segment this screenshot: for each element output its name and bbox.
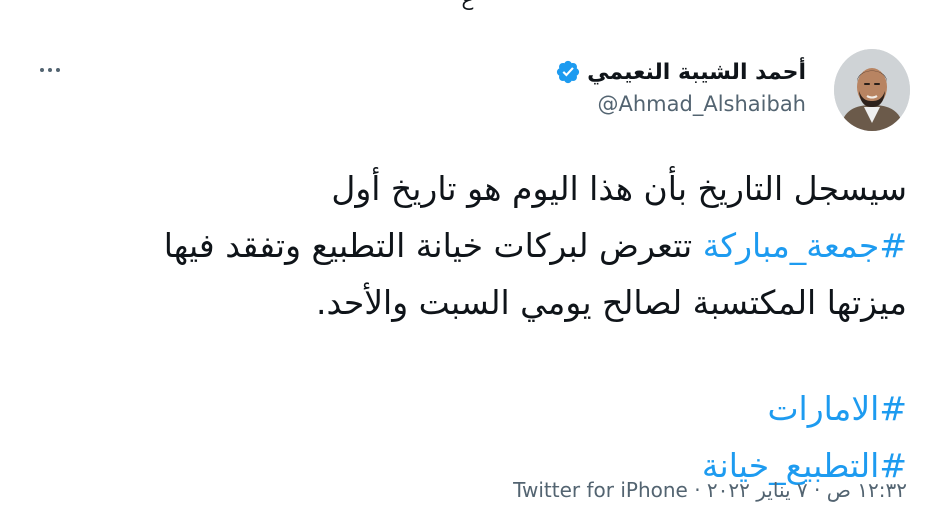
tweet-text-line: #جمعة_مباركة تتعرض لبركات خيانة التطبيع … [27, 217, 907, 274]
hashtag-link[interactable]: #جمعة_مباركة [703, 226, 907, 265]
author-handle[interactable]: @Ahmad_Alshaibah [555, 92, 807, 116]
hashtag-link[interactable]: #الامارات [767, 389, 907, 428]
author-display-name[interactable]: أحمد الشيبة النعيمي [587, 60, 806, 85]
tweet-text: سيسجل التاريخ بأن هذا اليوم هو تاريخ أول… [27, 160, 907, 494]
tweet-text-line: ميزتها المكتسبة لصالح يومي السبت والأحد. [316, 283, 907, 322]
tweet-source[interactable]: Twitter for iPhone [513, 478, 688, 502]
more-options-button[interactable] [30, 58, 70, 82]
avatar[interactable] [834, 49, 910, 131]
author-name-row: أحمد الشيبة النعيمي [555, 58, 806, 86]
tweet-card: أحمد الشيبة النعيمي @Ahmad_Alshaibah سيس… [0, 0, 935, 516]
tweet-text-fragment: تتعرض لبركات خيانة التطبيع وتفقد فيها [163, 226, 703, 265]
tweet-time[interactable]: ١٢:٣٢ ص [827, 478, 907, 502]
tweet-date[interactable]: ٧ يناير ٢٠٢٢ [707, 478, 808, 502]
tweet-text-line: #الامارات [27, 380, 907, 437]
more-dot [48, 68, 52, 72]
more-dot [56, 68, 60, 72]
avatar-image [834, 49, 910, 131]
tweet-text-line: سيسجل التاريخ بأن هذا اليوم هو تاريخ أول [331, 169, 907, 208]
verified-badge-icon [555, 59, 581, 85]
tweet-metadata: ١٢:٣٢ ص · ٧ يناير ٢٠٢٢ · Twitter for iPh… [513, 478, 907, 502]
meta-separator: · [687, 478, 707, 502]
meta-separator: · [807, 478, 827, 502]
more-horizontal-icon [40, 68, 44, 72]
tweet-author: أحمد الشيبة النعيمي @Ahmad_Alshaibah [555, 58, 806, 116]
